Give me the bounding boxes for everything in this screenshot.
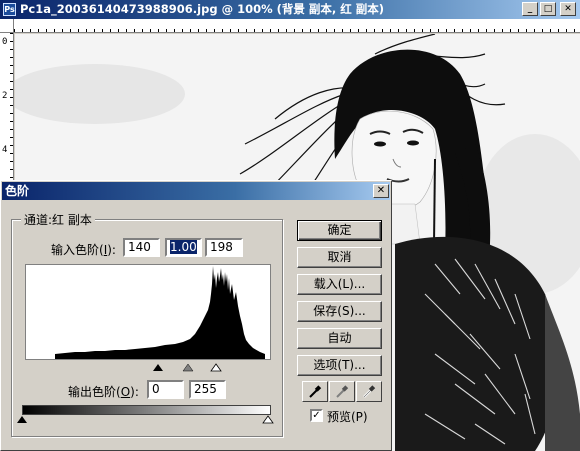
ruler-label: 2: [2, 91, 8, 101]
output-gradient-bar: [22, 405, 271, 415]
maximize-button[interactable]: □: [540, 2, 556, 16]
load-button[interactable]: 载入(L)...: [297, 274, 382, 295]
output-black-slider[interactable]: [17, 416, 27, 423]
white-eyedropper-icon: [363, 385, 376, 398]
channel-label: 通道:红 副本: [21, 211, 95, 228]
output-levels-text: 输出色阶(: [68, 385, 121, 399]
input-levels-label: 输入色阶(I):: [51, 241, 116, 258]
output-slider-track[interactable]: [17, 415, 275, 425]
input-slider-track[interactable]: [25, 363, 271, 375]
output-levels-hotkey: O: [120, 385, 131, 399]
photoshop-app-icon: Ps: [3, 3, 16, 16]
dialog-close-button[interactable]: ✕: [373, 184, 389, 198]
dialog-titlebar[interactable]: 色阶: [2, 182, 390, 200]
output-white-field[interactable]: 255: [189, 380, 226, 399]
input-black-slider[interactable]: [153, 364, 163, 371]
preview-checkbox[interactable]: ✓: [310, 409, 323, 422]
document-title: Pc1a_20036140473988906.jpg @ 100% (背景 副本…: [20, 2, 384, 16]
ruler-label: 0: [2, 37, 8, 47]
input-black-field[interactable]: 140: [123, 238, 160, 257]
dialog-title: 色阶: [5, 184, 30, 198]
document-titlebar[interactable]: Pc1a_20036140473988906.jpg @ 100% (背景 副本…: [0, 0, 580, 19]
ok-button[interactable]: 确定: [297, 220, 382, 241]
output-levels-suffix: ):: [130, 385, 139, 399]
input-gamma-field[interactable]: 1.00: [165, 238, 202, 257]
input-levels-text: 输入色阶(: [51, 243, 104, 257]
white-eyedropper-button[interactable]: [356, 381, 382, 402]
output-levels-label: 输出色阶(O):: [68, 383, 139, 400]
input-white-field[interactable]: 198: [205, 238, 243, 257]
gray-eyedropper-icon: [336, 385, 349, 398]
auto-button[interactable]: 自动: [297, 328, 382, 349]
black-eyedropper-icon: [309, 385, 322, 398]
levels-dialog: 色阶 ✕ 通道:红 副本 输入色阶(I): 140 1.00 198 输出色阶(…: [0, 180, 392, 451]
histogram-graph: [55, 266, 265, 359]
ruler-corner[interactable]: [0, 19, 14, 33]
input-gamma-slider[interactable]: [182, 363, 194, 372]
horizontal-ruler[interactable]: [14, 19, 580, 33]
black-eyedropper-button[interactable]: [302, 381, 328, 402]
input-white-slider[interactable]: [210, 363, 222, 372]
input-levels-suffix: ):: [107, 243, 116, 257]
output-black-field[interactable]: 0: [147, 380, 184, 399]
cancel-button[interactable]: 取消: [297, 247, 382, 268]
options-button[interactable]: 选项(T)...: [297, 355, 382, 376]
save-button[interactable]: 保存(S)...: [297, 301, 382, 322]
window-close-button[interactable]: ✕: [560, 2, 576, 16]
input-gamma-value: 1.00: [170, 240, 197, 254]
gray-eyedropper-button[interactable]: [329, 381, 355, 402]
minimize-button[interactable]: _: [522, 2, 538, 16]
output-white-slider[interactable]: [262, 415, 274, 424]
preview-label[interactable]: 预览(P): [327, 408, 368, 425]
ruler-label: 4: [2, 145, 8, 155]
